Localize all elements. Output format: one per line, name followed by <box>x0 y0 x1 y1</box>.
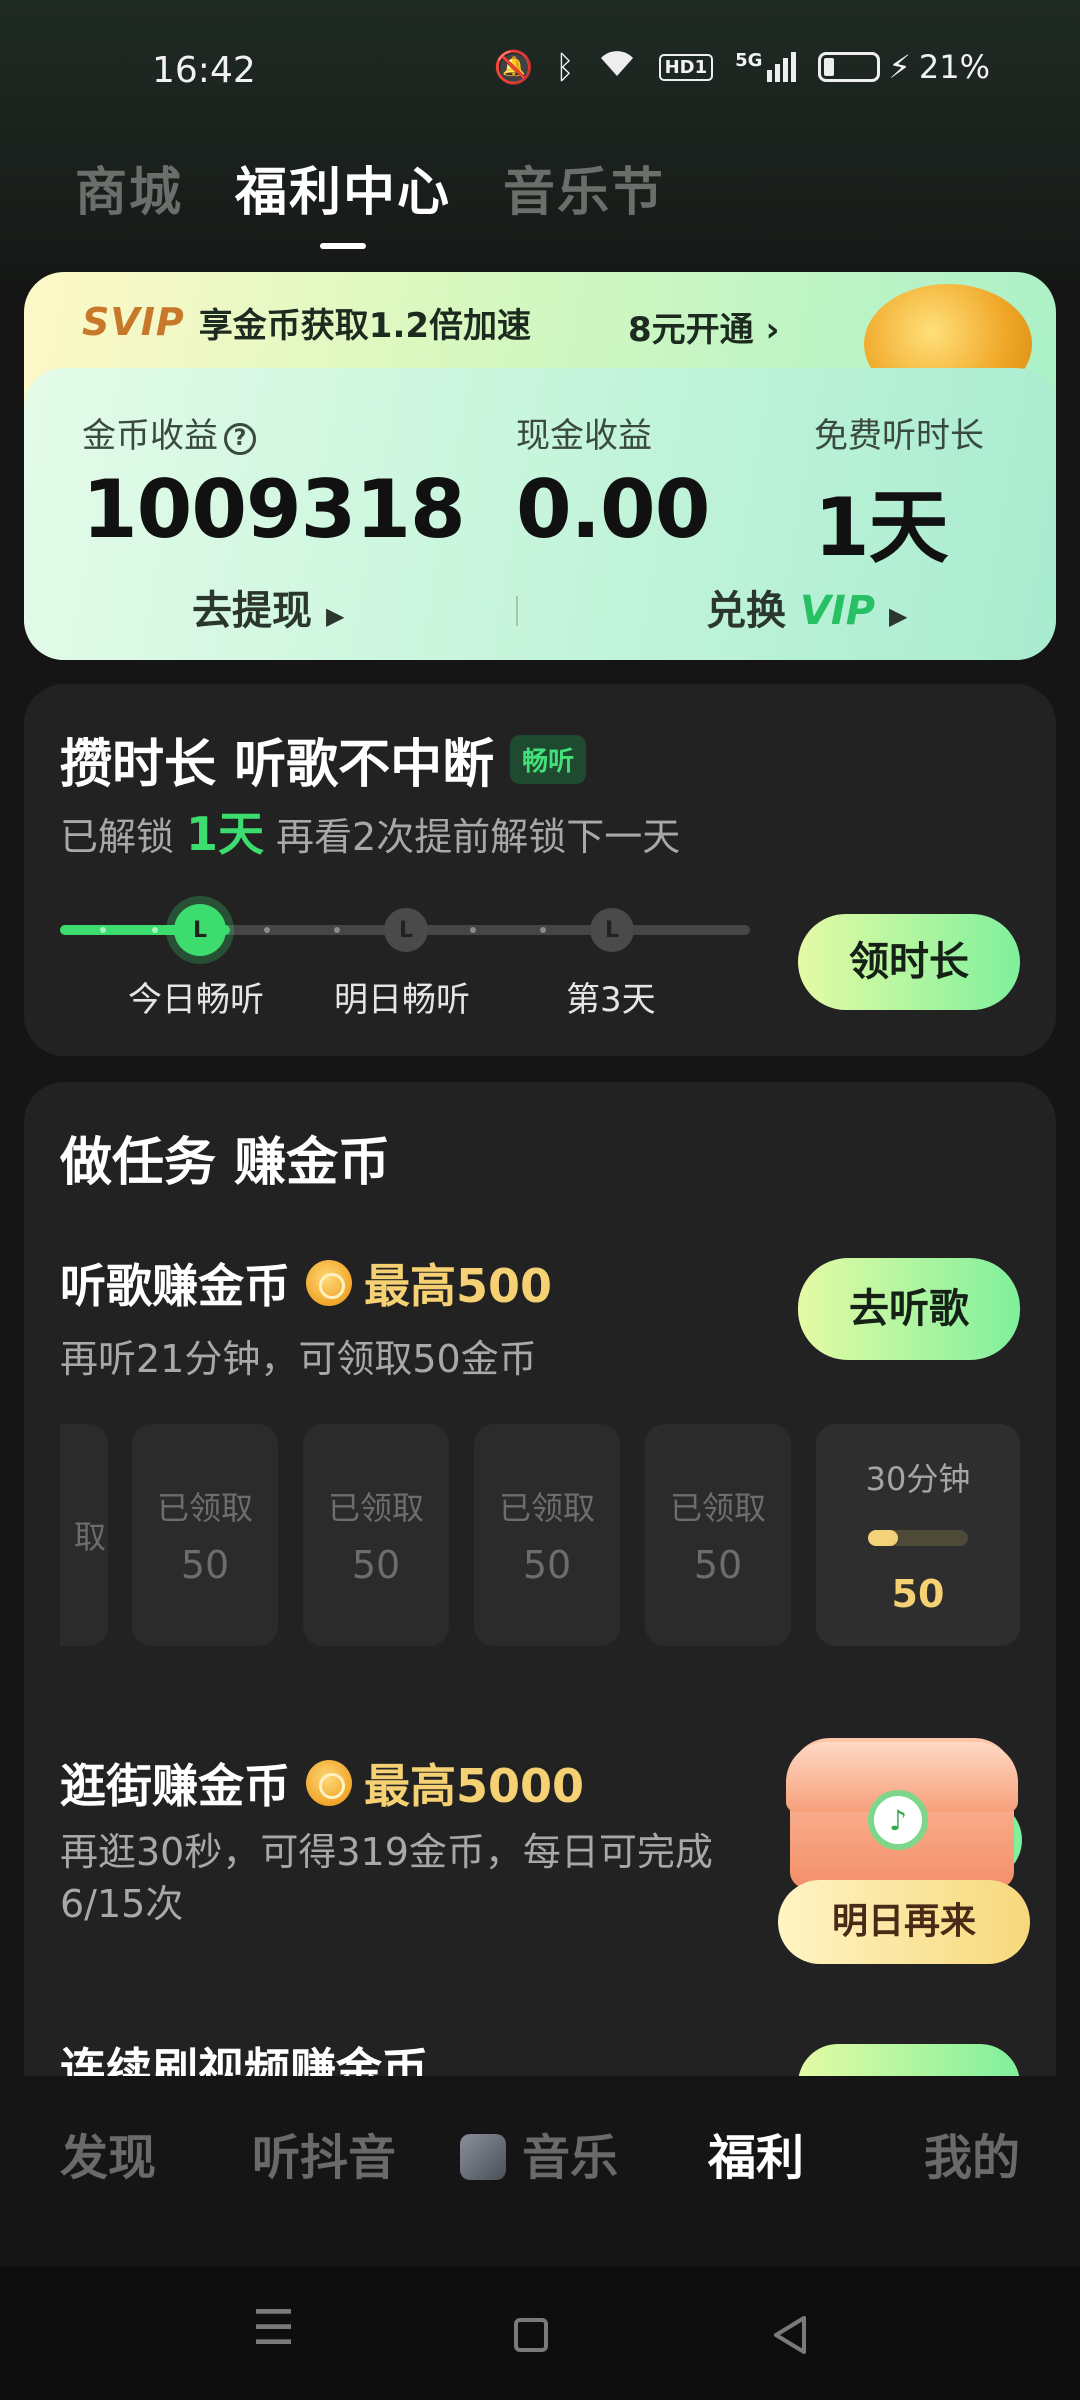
listen-header: 攒时长 听歌不中断 畅听 <box>60 722 587 797</box>
reward-slot-current: 30分钟 50 <box>816 1424 1020 1646</box>
reward-slot: 已领取 50 <box>474 1424 620 1646</box>
vip-label: VIP <box>799 588 876 634</box>
reward-slot: 取 <box>60 1424 108 1646</box>
progress-dot <box>334 927 340 933</box>
cash-earnings-label: 现金收益 <box>516 416 652 456</box>
exchange-vip-link[interactable]: 兑换 VIP ▶ <box>706 578 908 636</box>
cash-earnings[interactable]: 现金收益 0.00 <box>516 408 710 556</box>
nav-listen-douyin[interactable]: 听抖音 <box>252 2118 396 2188</box>
current-slot-progress <box>868 1530 968 1546</box>
clock-icon: L <box>398 917 414 943</box>
node-label-day3: 第3天 <box>566 980 656 1020</box>
listen-subtitle: 已解锁 1天 再看2次提前解锁下一天 <box>60 798 680 864</box>
day-node-tomorrow: L <box>384 908 428 952</box>
progress-dot <box>470 927 476 933</box>
free-listen-value: 1天 <box>814 481 949 574</box>
music-task-desc: 再听21分钟，可领取50金币 <box>60 1337 537 1381</box>
home-icon[interactable] <box>514 2318 548 2352</box>
shop-task-desc: 再逛30秒，可得319金币，每日可完成 6/15次 <box>60 1830 713 1926</box>
battery-icon <box>818 52 881 82</box>
bluetooth-icon: ᛒ <box>555 48 575 86</box>
progress-dot <box>540 927 546 933</box>
day-node-today: L <box>174 904 226 956</box>
node-label-today: 今日畅听 <box>128 980 264 1020</box>
svip-promo: 享金币获取1.2倍加速 <box>198 305 532 346</box>
coin-earnings-label: 金币收益 <box>82 416 218 456</box>
current-slot-progress-fill <box>868 1530 898 1546</box>
progress-dot <box>152 927 158 933</box>
progress-dot <box>264 927 270 933</box>
clock-icon: L <box>192 917 208 943</box>
earnings-panel: 金币收益? 1009318 现金收益 0.00 免费听时长 1天 去提现 ▶ 兑… <box>24 368 1056 660</box>
play-arrow-icon: ▶ <box>889 602 908 630</box>
nav-discover[interactable]: 发现 <box>60 2118 156 2188</box>
coin-icon <box>306 1760 352 1806</box>
listen-tag: 畅听 <box>510 735 587 784</box>
music-task-title: 听歌赚金币 最高500 <box>60 1250 552 1316</box>
battery-percent: 21% <box>918 48 990 86</box>
go-listen-button[interactable]: 去听歌 <box>798 1258 1020 1360</box>
progress-dot <box>100 927 106 933</box>
charging-icon: ⚡ <box>888 48 911 86</box>
wifi-icon <box>597 48 637 86</box>
coin-earnings-value: 1009318 <box>82 463 466 556</box>
divider <box>516 596 518 626</box>
tab-mall[interactable]: 商城 <box>75 150 183 225</box>
music-task-max: 最高500 <box>364 1259 553 1313</box>
svip-card: SVIP 享金币获取1.2倍加速 8元开通 › 金币收益? 1009318 现金… <box>24 272 1056 660</box>
help-icon[interactable]: ? <box>224 423 256 455</box>
tab-welfare-center[interactable]: 福利中心 <box>235 150 451 225</box>
listen-title: 攒时长 听歌不中断 <box>60 735 495 795</box>
node-label-tomorrow: 明日畅听 <box>334 980 470 1020</box>
clock-icon: L <box>604 917 620 943</box>
svip-open-button[interactable]: 8元开通 › <box>628 302 780 351</box>
nav-welfare[interactable]: 福利 <box>708 2118 804 2188</box>
withdraw-link[interactable]: 去提现 ▶ <box>192 578 344 636</box>
reward-slot: 已领取 50 <box>645 1424 791 1646</box>
claim-duration-button[interactable]: 领时长 <box>798 914 1020 1010</box>
hd-icon: HD1 <box>658 53 714 81</box>
reward-slot: 已领取 50 <box>132 1424 278 1646</box>
back-icon[interactable] <box>770 2314 810 2360</box>
current-slot-time: 30分钟 <box>865 1460 971 1498</box>
play-arrow-icon: ▶ <box>325 602 345 630</box>
signal-icon: 5G <box>735 52 797 82</box>
day-node-day3: L <box>590 908 634 952</box>
come-back-tomorrow-button[interactable]: 明日再来 <box>778 1880 1030 1964</box>
nav-mine[interactable]: 我的 <box>924 2118 1020 2188</box>
status-time: 16:42 <box>152 50 256 91</box>
coin-icon <box>306 1260 352 1306</box>
reward-slot: 已领取 50 <box>303 1424 449 1646</box>
tasks-title: 做任务 赚金币 <box>60 1133 391 1193</box>
top-tabs: 商城 福利中心 音乐节 <box>75 150 665 225</box>
tab-music-festival[interactable]: 音乐节 <box>503 150 665 225</box>
current-slot-coins: 50 <box>891 1572 945 1616</box>
free-listen-label: 免费听时长 <box>814 416 984 456</box>
menu-icon[interactable]: ☰ <box>252 2300 295 2356</box>
coin-earnings[interactable]: 金币收益? 1009318 <box>82 408 466 556</box>
status-icons: 🔕 ᛒ HD1 5G ⚡ 21% <box>494 48 990 86</box>
shop-task-title: 逛街赚金币 最高5000 <box>60 1750 584 1816</box>
unlocked-days: 1天 <box>186 807 265 861</box>
free-listen-duration[interactable]: 免费听时长 1天 <box>814 408 984 579</box>
music-note-icon: ♪ <box>868 1790 928 1850</box>
svip-logo: SVIP <box>82 300 185 344</box>
mute-icon: 🔕 <box>493 48 534 86</box>
nav-music[interactable]: 音乐 <box>460 2118 618 2188</box>
cash-earnings-value: 0.00 <box>516 463 710 556</box>
listen-reward-slots: 取 已领取 50 已领取 50 已领取 50 已领取 50 30分钟 50 <box>60 1424 1020 1646</box>
shop-task-max: 最高5000 <box>364 1759 585 1813</box>
music-thumbnail-icon <box>460 2134 506 2180</box>
